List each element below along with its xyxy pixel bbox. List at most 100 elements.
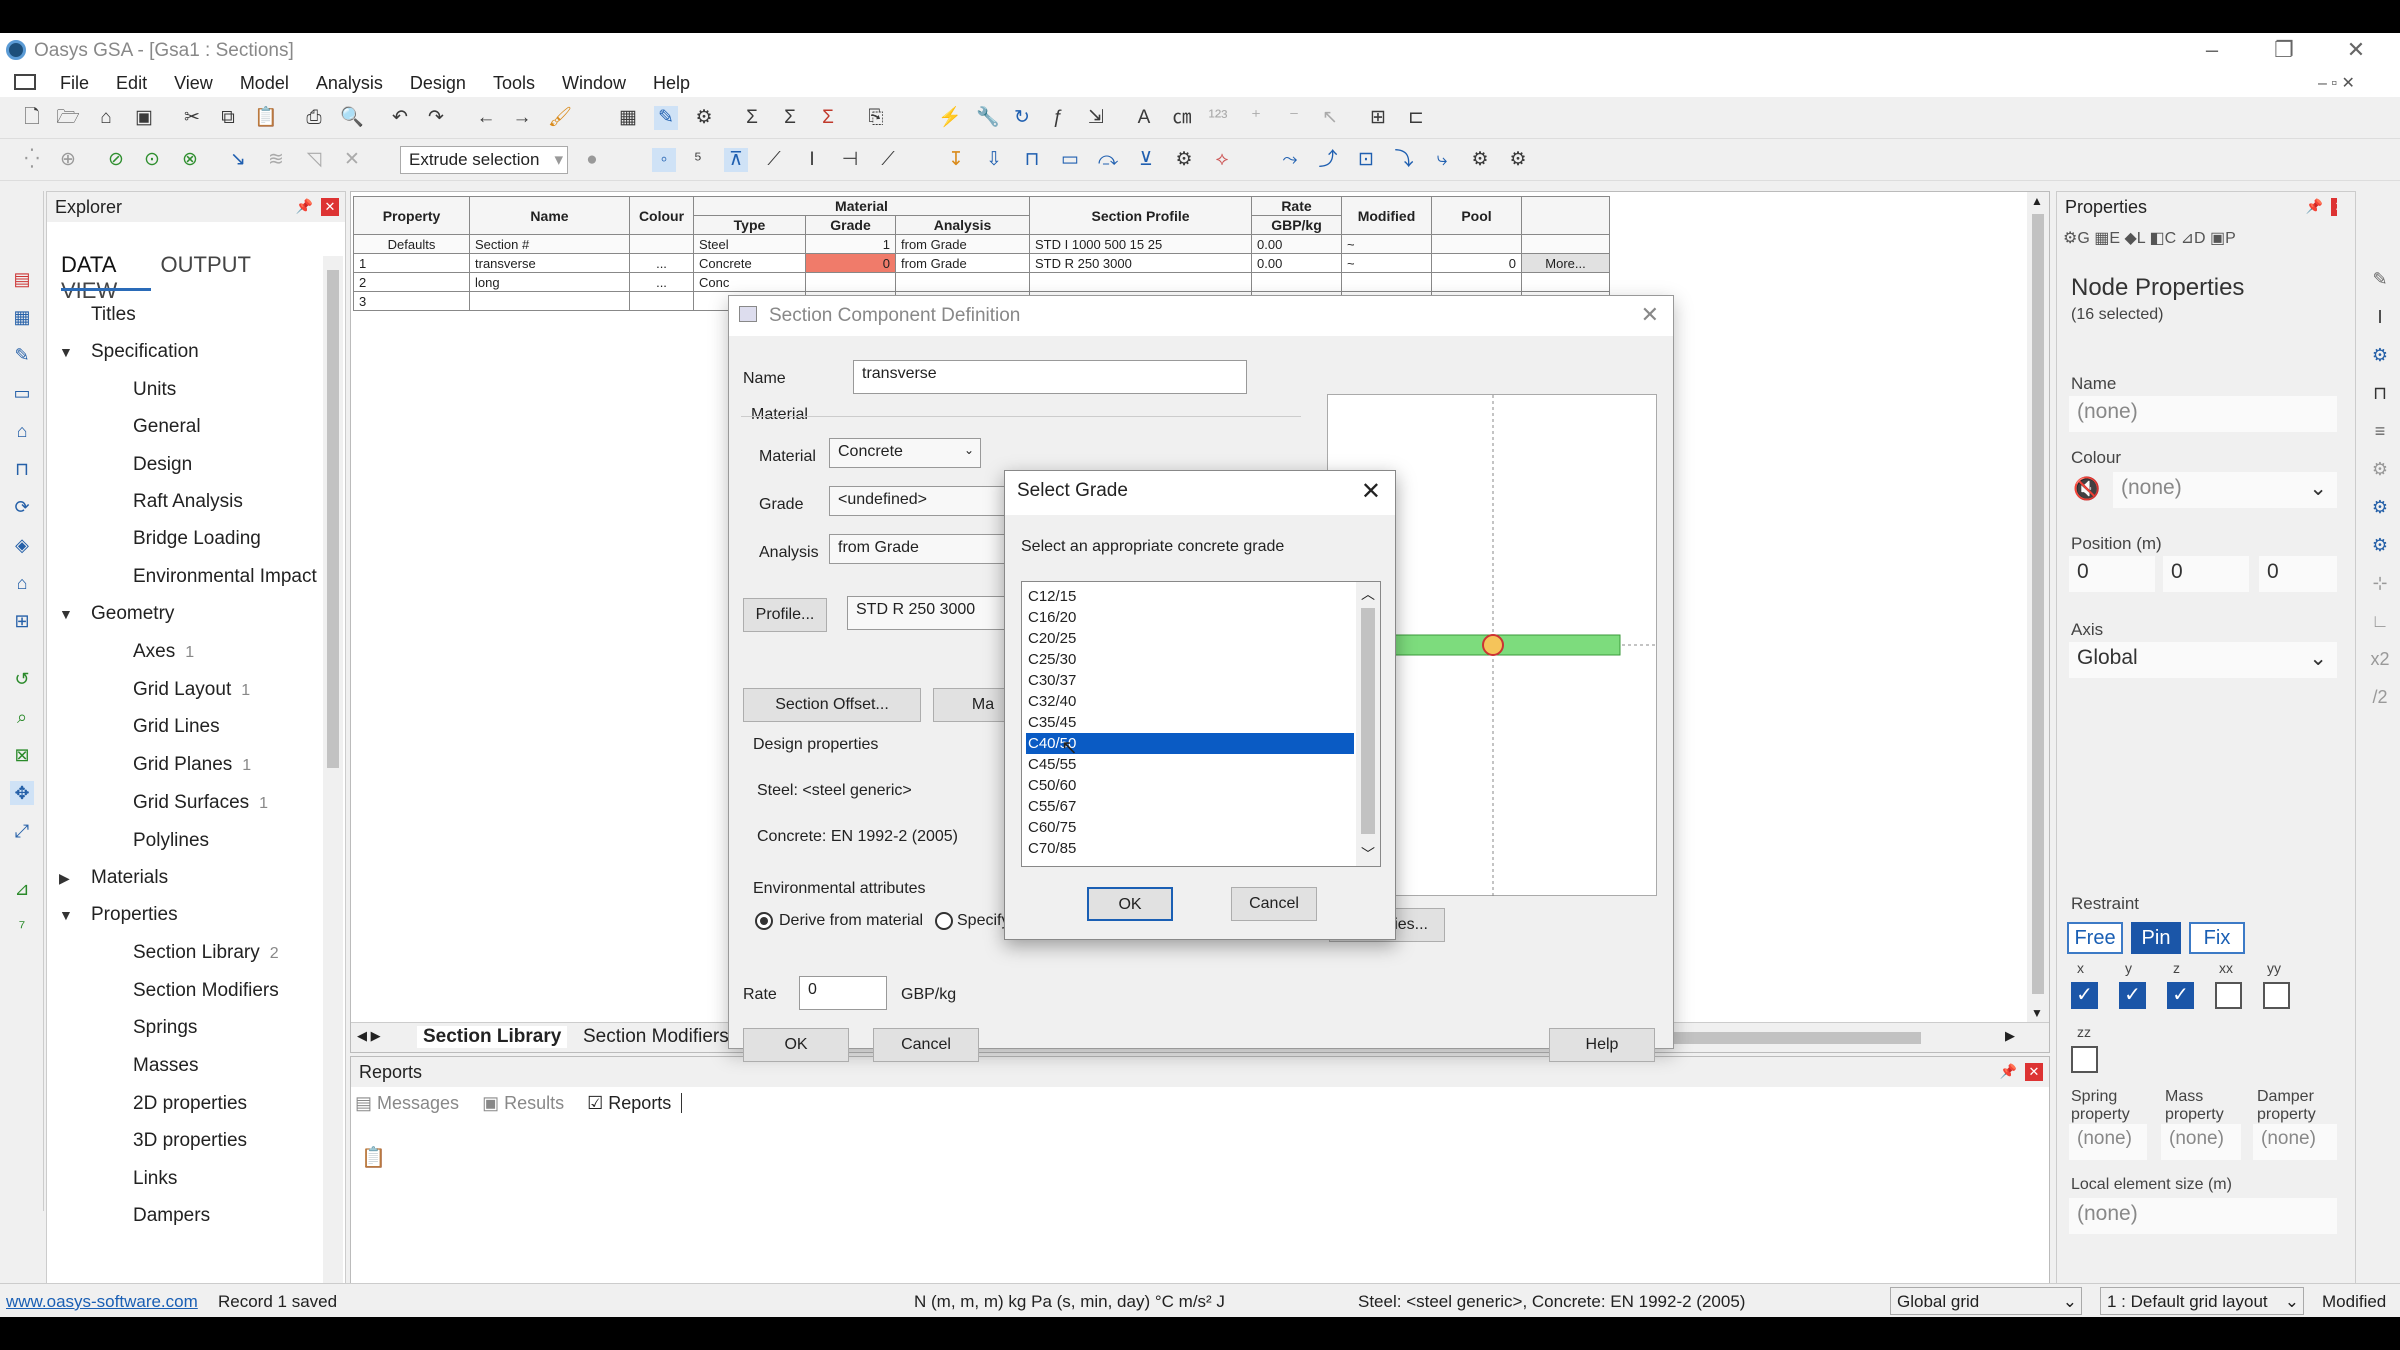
- table-cell[interactable]: Section #: [469, 234, 630, 254]
- grid-select-icon[interactable]: ⁛: [20, 148, 44, 172]
- table-cell[interactable]: ...: [629, 272, 694, 292]
- new-file-icon[interactable]: 🗋: [20, 106, 44, 130]
- snap-icon[interactable]: ⊕: [56, 148, 80, 172]
- table-cell[interactable]: 0: [1431, 253, 1522, 273]
- id-card-icon[interactable]: ▭: [10, 381, 34, 405]
- collapse-icon[interactable]: ▼: [59, 606, 73, 622]
- scroll-right-icon[interactable]: ▶: [2005, 1028, 2015, 1044]
- website-link[interactable]: www.oasys-software.com: [6, 1292, 198, 1312]
- pointer-icon[interactable]: ↖: [1318, 106, 1342, 130]
- ok-disk-icon[interactable]: ●: [580, 148, 604, 172]
- cycle-tool-icon[interactable]: ⟳: [10, 495, 34, 519]
- restraint-x-checkbox[interactable]: ✓: [2071, 982, 2098, 1009]
- list-item[interactable]: C32/40: [1026, 691, 1354, 712]
- pin-icon[interactable]: 📌: [296, 198, 313, 215]
- position-y-field[interactable]: 0: [2163, 556, 2249, 592]
- table-cell[interactable]: [1341, 272, 1432, 292]
- table-cell[interactable]: Steel: [693, 234, 806, 254]
- axes-icon[interactable]: ⊿: [10, 877, 34, 901]
- tree-item-axes[interactable]: Axes 1: [133, 641, 194, 663]
- print-preview-icon[interactable]: 🔍: [340, 106, 364, 130]
- restraint-pin-button[interactable]: Pin: [2131, 922, 2181, 954]
- table-row[interactable]: Defaults Section # Steel 1 from Grade ST…: [353, 234, 1610, 254]
- restraint-xx-checkbox[interactable]: [2215, 982, 2242, 1009]
- menu-help[interactable]: Help: [642, 69, 701, 94]
- exponent-icon[interactable]: ¹²³: [1206, 106, 1230, 130]
- table-cell[interactable]: from Grade: [895, 234, 1030, 254]
- face-load-icon[interactable]: ▭: [1058, 148, 1082, 172]
- building-icon[interactable]: ⌂: [10, 419, 34, 443]
- close-grade-dialog-icon[interactable]: ✕: [1361, 477, 1381, 506]
- brush-icon[interactable]: 🖌: [548, 106, 572, 130]
- sum-plus-icon[interactable]: Σ: [778, 106, 802, 130]
- tree-item-springs[interactable]: Springs: [133, 1017, 197, 1039]
- close-explorer-icon[interactable]: ✕: [321, 198, 339, 216]
- settings-tool-icon[interactable]: ⚙: [2368, 343, 2392, 367]
- table-cell[interactable]: 0.00: [1251, 234, 1342, 254]
- angle-icon[interactable]: ⟋: [876, 148, 900, 172]
- support-icon[interactable]: ⊻: [1134, 148, 1158, 172]
- wand-icon[interactable]: ⚡: [938, 106, 962, 130]
- cancel-button[interactable]: Cancel: [873, 1028, 979, 1062]
- specify-radio[interactable]: [935, 912, 953, 930]
- node-name-field[interactable]: (none): [2069, 396, 2339, 432]
- scroll-up-icon[interactable]: ︿: [1361, 584, 1375, 604]
- collapse-icon[interactable]: ▼: [59, 907, 73, 923]
- list-item[interactable]: C12/15: [1026, 586, 1354, 607]
- grid-vscrollbar[interactable]: ▲ ▼: [2027, 192, 2049, 1022]
- explorer-vscroll-thumb[interactable]: [327, 270, 339, 768]
- animation-icon[interactable]: ⚙: [1468, 148, 1492, 172]
- table-cell[interactable]: Defaults: [353, 234, 470, 254]
- tab-messages[interactable]: ▤ Messages: [355, 1093, 459, 1113]
- grade-cell-error[interactable]: 0: [805, 253, 896, 273]
- tree-item-section-library[interactable]: Section Library 2: [133, 942, 279, 964]
- node-link-icon[interactable]: ⊗: [178, 148, 202, 172]
- tree-item-2d-properties[interactable]: 2D properties: [133, 1093, 247, 1115]
- menu-analysis[interactable]: Analysis: [305, 69, 394, 94]
- tree-item-general[interactable]: General: [133, 416, 201, 438]
- pencil-edit-icon[interactable]: ✎: [654, 106, 678, 130]
- tree-item-titles[interactable]: Titles: [91, 304, 136, 326]
- output-settings-icon[interactable]: ⚙: [1506, 148, 1530, 172]
- table-cell[interactable]: Concrete: [693, 253, 806, 273]
- list-item[interactable]: C25/30: [1026, 649, 1354, 670]
- offset-icon[interactable]: ⊣: [838, 148, 862, 172]
- split-icon[interactable]: ⊞: [1366, 106, 1390, 130]
- tree-item-3d-properties[interactable]: 3D properties: [133, 1130, 247, 1152]
- spring-dropdown[interactable]: (none): [2069, 1124, 2147, 1160]
- table-cell[interactable]: 3: [353, 291, 470, 311]
- system-menu-icon[interactable]: [14, 74, 36, 90]
- node-number-icon[interactable]: ⁵: [686, 148, 710, 172]
- sum-clear-icon[interactable]: Σ: [816, 106, 840, 130]
- rotate-view-icon[interactable]: ↺: [10, 667, 34, 691]
- member-icon[interactable]: Ι: [800, 148, 824, 172]
- table-cell[interactable]: 1: [805, 234, 896, 254]
- load-down-icon[interactable]: ↧: [944, 148, 968, 172]
- local-size-field[interactable]: (none): [2069, 1198, 2339, 1234]
- table-cell[interactable]: ~: [1341, 234, 1432, 254]
- grade-cancel-button[interactable]: Cancel: [1231, 887, 1317, 921]
- pin-icon[interactable]: 📌: [2000, 1063, 2017, 1080]
- position-z-field[interactable]: 0: [2259, 556, 2339, 592]
- section-name-input[interactable]: transverse: [853, 360, 1247, 394]
- grade-field[interactable]: <undefined>: [829, 486, 1019, 516]
- sum-icon[interactable]: Σ: [740, 106, 764, 130]
- select-node-icon[interactable]: ◦: [652, 148, 676, 172]
- tree-item-geometry[interactable]: Geometry: [91, 603, 174, 625]
- scroll-down-icon[interactable]: ﹀: [1361, 844, 1375, 864]
- grade-ok-button[interactable]: OK: [1087, 887, 1173, 921]
- tab-section-modifiers[interactable]: Section Modifiers: [577, 1026, 735, 1048]
- menu-tools[interactable]: Tools: [482, 69, 546, 94]
- restraint-zz-checkbox[interactable]: [2071, 1046, 2098, 1073]
- wrench-icon[interactable]: 🔧: [976, 106, 1000, 130]
- collapse-icon[interactable]: ▼: [59, 344, 73, 360]
- axis-dropdown[interactable]: Global ⌄: [2069, 642, 2339, 678]
- list-item[interactable]: C55/67: [1026, 796, 1354, 817]
- reaction-icon[interactable]: ⤷: [1430, 148, 1454, 172]
- menu-edit[interactable]: Edit: [105, 69, 158, 94]
- print-icon[interactable]: ⎙: [302, 106, 326, 130]
- table-cell[interactable]: 0.00: [1251, 253, 1342, 273]
- settings-cog-icon[interactable]: ⚙: [1172, 148, 1196, 172]
- edit-pencil-icon[interactable]: ✎: [10, 343, 34, 367]
- table-row[interactable]: 1 transverse ... Concrete 0 from Grade S…: [353, 253, 1610, 273]
